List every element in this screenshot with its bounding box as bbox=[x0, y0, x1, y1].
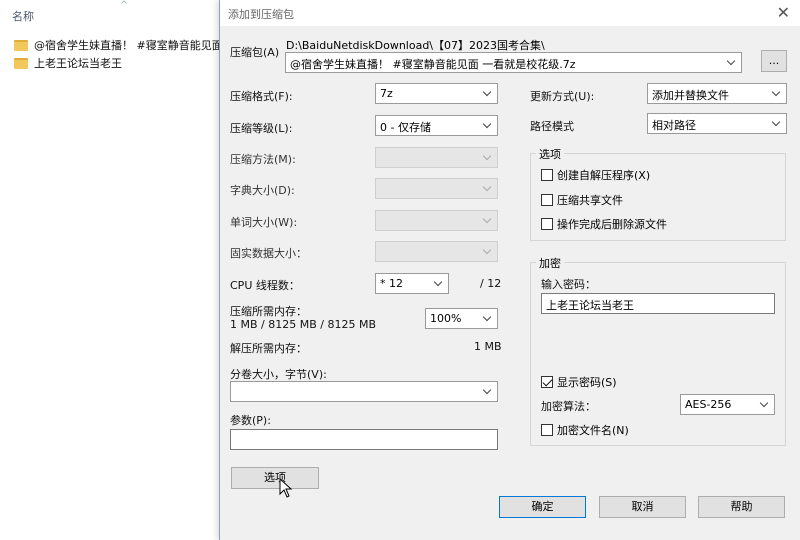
parameters-label: 参数(P): bbox=[230, 414, 271, 427]
split-size-combo[interactable] bbox=[230, 381, 498, 402]
cpu-threads-combo[interactable]: * 12 bbox=[375, 273, 449, 294]
add-to-archive-dialog: 添加到压缩包 ✕ 压缩包(A) D:\BaiduNetdiskDownload\… bbox=[219, 0, 800, 540]
compress-memory-label: 压缩所需内存： bbox=[230, 305, 307, 318]
cancel-button[interactable]: 取消 bbox=[599, 496, 686, 518]
level-value: 0 - 仅存储 bbox=[380, 121, 431, 134]
solid-size-combo bbox=[375, 241, 498, 262]
word-size-label: 单词大小(W): bbox=[230, 216, 298, 229]
dict-size-label: 字典大小(D): bbox=[230, 184, 295, 197]
chevron-down-icon bbox=[727, 55, 737, 69]
folder-icon bbox=[14, 57, 28, 69]
delete-after-checkbox[interactable]: 操作完成后删除源文件 bbox=[541, 216, 667, 232]
update-mode-combo[interactable]: 添加并替换文件 bbox=[647, 83, 787, 104]
file-name: @宿舍学生妹直播！ #寝室静音能见面 bbox=[34, 39, 223, 52]
dialog-title: 添加到压缩包 bbox=[228, 8, 294, 21]
password-label: 输入密码： bbox=[541, 278, 596, 291]
options-group-title: 选项 bbox=[536, 146, 564, 162]
chevron-down-icon bbox=[434, 276, 444, 290]
browse-button[interactable]: ... bbox=[761, 50, 787, 72]
ok-button[interactable]: 确定 bbox=[499, 496, 586, 518]
format-value: 7z bbox=[380, 87, 393, 100]
create-sfx-label: 创建自解压程序(X) bbox=[557, 169, 651, 182]
chevron-down-icon bbox=[483, 118, 493, 132]
archive-name-combo[interactable]: @宿舍学生妹直播！ #寝室静音能见面 一看就是校花级.7z bbox=[285, 52, 742, 73]
memory-percent-value: 100% bbox=[430, 312, 462, 325]
delete-after-label: 操作完成后删除源文件 bbox=[557, 218, 667, 231]
chevron-down-icon bbox=[483, 213, 493, 227]
cpu-threads-total: / 12 bbox=[480, 277, 502, 290]
checkbox-icon bbox=[541, 169, 553, 181]
cpu-threads-label: CPU 线程数： bbox=[230, 279, 300, 292]
path-mode-combo[interactable]: 相对路径 bbox=[647, 113, 787, 134]
file-name: 上老王论坛当老王 bbox=[34, 57, 122, 70]
word-size-combo bbox=[375, 210, 498, 231]
chevron-down-icon bbox=[772, 86, 782, 100]
compress-shared-checkbox[interactable]: 压缩共享文件 bbox=[541, 192, 623, 208]
encryption-method-combo[interactable]: AES-256 bbox=[680, 394, 775, 415]
show-password-checkbox[interactable]: 显示密码(S) bbox=[541, 374, 617, 390]
checkbox-icon bbox=[541, 424, 553, 436]
chevron-down-icon bbox=[483, 181, 493, 195]
chevron-down-icon bbox=[483, 86, 493, 100]
create-sfx-checkbox[interactable]: 创建自解压程序(X) bbox=[541, 167, 650, 183]
show-password-label: 显示密码(S) bbox=[557, 376, 617, 389]
update-mode-label: 更新方式(U): bbox=[530, 90, 595, 103]
checkbox-icon bbox=[541, 218, 553, 230]
memory-percent-combo[interactable]: 100% bbox=[425, 308, 498, 329]
encryption-method-label: 加密算法： bbox=[541, 400, 596, 413]
method-label: 压缩方法(M): bbox=[230, 153, 296, 166]
path-mode-value: 相对路径 bbox=[652, 119, 696, 132]
decompress-memory-value: 1 MB bbox=[474, 340, 502, 353]
file-row[interactable]: @宿舍学生妹直播！ #寝室静音能见面 bbox=[14, 36, 223, 54]
format-label: 压缩格式(F): bbox=[230, 90, 293, 103]
help-button[interactable]: 帮助 bbox=[698, 496, 785, 518]
options-button[interactable]: 选项 bbox=[231, 467, 319, 489]
compress-memory-value: 1 MB / 8125 MB / 8125 MB bbox=[230, 318, 376, 331]
chevron-down-icon bbox=[483, 311, 493, 325]
cpu-threads-value: * 12 bbox=[380, 277, 403, 290]
checkbox-icon bbox=[541, 194, 553, 206]
dialog-titlebar[interactable]: 添加到压缩包 ✕ bbox=[220, 0, 800, 26]
format-combo[interactable]: 7z bbox=[375, 83, 498, 104]
update-mode-value: 添加并替换文件 bbox=[652, 89, 729, 102]
solid-size-label: 固实数据大小： bbox=[230, 247, 307, 260]
close-icon[interactable]: ✕ bbox=[777, 3, 790, 22]
decompress-memory-label: 解压所需内存： bbox=[230, 342, 307, 355]
level-label: 压缩等级(L): bbox=[230, 122, 293, 135]
folder-icon bbox=[14, 39, 28, 51]
method-combo bbox=[375, 147, 498, 168]
sort-up-icon: ^ bbox=[120, 0, 129, 11]
name-column-header[interactable]: 名称 bbox=[12, 8, 34, 24]
chevron-down-icon bbox=[483, 384, 493, 398]
parameters-input[interactable] bbox=[230, 429, 498, 450]
checkbox-checked-icon bbox=[541, 376, 553, 388]
split-size-label: 分卷大小，字节(V): bbox=[230, 368, 327, 381]
chevron-down-icon bbox=[483, 150, 493, 164]
compress-shared-label: 压缩共享文件 bbox=[557, 194, 623, 207]
chevron-down-icon bbox=[760, 397, 770, 411]
file-explorer-pane: ^ 名称 @宿舍学生妹直播！ #寝室静音能见面 上老王论坛当老王 bbox=[0, 0, 223, 540]
level-combo[interactable]: 0 - 仅存储 bbox=[375, 115, 498, 136]
archive-name-value: @宿舍学生妹直播！ #寝室静音能见面 一看就是校花级.7z bbox=[290, 58, 576, 71]
chevron-down-icon bbox=[772, 116, 782, 130]
file-row[interactable]: 上老王论坛当老王 bbox=[14, 54, 122, 72]
encrypt-filenames-label: 加密文件名(N) bbox=[557, 424, 629, 437]
archive-label: 压缩包(A) bbox=[230, 46, 280, 59]
password-input[interactable]: 上老王论坛当老王 bbox=[541, 293, 775, 314]
chevron-down-icon bbox=[483, 244, 493, 258]
encryption-group-title: 加密 bbox=[536, 255, 564, 271]
encryption-method-value: AES-256 bbox=[685, 398, 732, 411]
path-mode-label: 路径模式 bbox=[530, 120, 574, 133]
dict-size-combo bbox=[375, 178, 498, 199]
mouse-cursor-icon bbox=[279, 478, 293, 498]
encrypt-filenames-checkbox[interactable]: 加密文件名(N) bbox=[541, 422, 629, 438]
archive-path: D:\BaiduNetdiskDownload\【07】2023国考合集\ bbox=[286, 39, 545, 52]
